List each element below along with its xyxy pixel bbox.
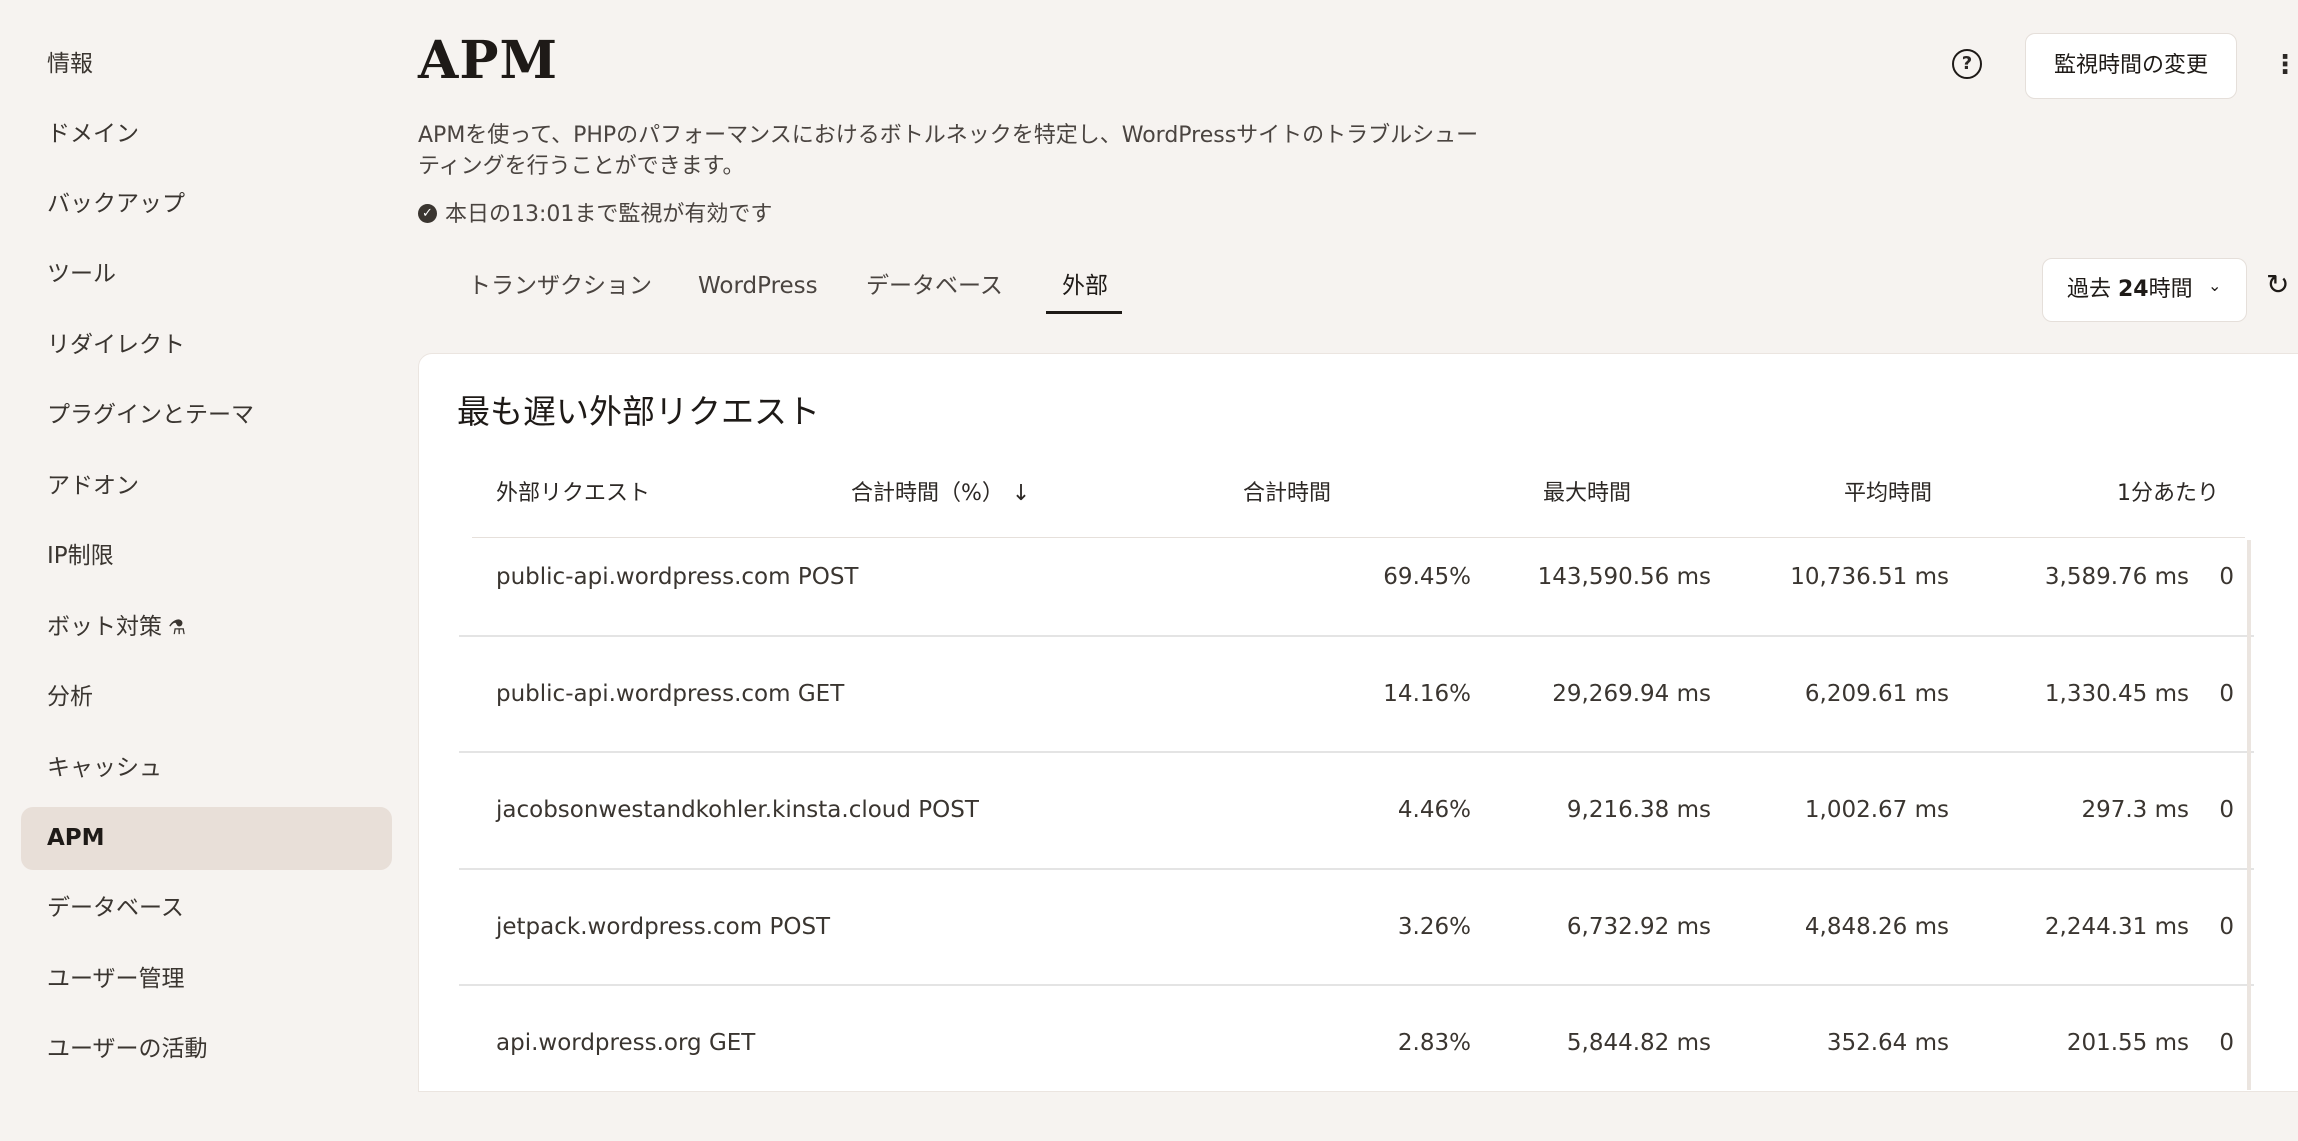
sidebar-item-ip-deny[interactable]: IP制限 [21, 525, 392, 588]
request-cell: public-api.wordpress.com GET [496, 681, 845, 707]
per-minute-cell: 0 [2219, 797, 2234, 823]
flask-icon: ⚗ [168, 615, 186, 639]
sidebar-item-tools[interactable]: ツール [21, 243, 392, 306]
table-row[interactable]: api.wordpress.org GET 2.83% 5,844.82 ms … [459, 1025, 2254, 1141]
col-header-per-minute[interactable]: 1分あたり [2117, 478, 2219, 510]
tab-database[interactable]: データベース [866, 268, 1003, 304]
sidebar-item-label: キャッシュ [47, 755, 162, 781]
vertical-ellipsis-icon[interactable]: ⋮ [2272, 48, 2298, 82]
header-divider [472, 537, 2245, 538]
table-row[interactable]: public-api.wordpress.com GET 14.16% 29,2… [459, 676, 2254, 792]
question-circle-icon[interactable]: ? [1952, 49, 1982, 79]
sidebar-item-apm[interactable]: APM [21, 807, 392, 870]
sidebar-item-bot-protection[interactable]: ボット対策 ⚗ [21, 596, 392, 659]
sidebar-item-label: 情報 [47, 51, 93, 77]
sidebar-item-domains[interactable]: ドメイン [21, 103, 392, 166]
col-header-avg-time[interactable]: 平均時間 [1844, 478, 1932, 510]
tab-wordpress[interactable]: WordPress [698, 268, 818, 304]
time-range-prefix: 過去 [2067, 277, 2118, 302]
sidebar-item-label: ドメイン [47, 121, 139, 147]
sidebar-item-caching[interactable]: キャッシュ [21, 737, 392, 800]
check-circle-icon: ✓ [418, 203, 437, 223]
total-time-cell: 6,732.92 ms [1566, 914, 1711, 940]
col-header-total-pct-label: 合計時間（%） [851, 481, 1004, 506]
page-title: APM [418, 30, 559, 91]
total-time-cell: 9,216.38 ms [1566, 797, 1711, 823]
sidebar-item-addons[interactable]: アドオン [21, 455, 392, 518]
sidebar-item-label: APM [47, 825, 105, 851]
sidebar-item-analytics[interactable]: 分析 [21, 666, 392, 729]
time-range-suffix: 時間 [2148, 277, 2193, 302]
change-monitoring-button[interactable]: 監視時間の変更 [2025, 33, 2237, 99]
sidebar-item-plugins-themes[interactable]: プラグインとテーマ [21, 384, 392, 447]
page-description: APMを使って、PHPのパフォーマンスにおけるボトルネックを特定し、WordPr… [418, 123, 1479, 179]
sidebar-item-label: 分析 [47, 684, 93, 710]
sidebar-item-label: ツール [47, 261, 116, 287]
pct-cell: 14.16% [1383, 681, 1471, 707]
sidebar-item-label: IP制限 [47, 543, 114, 569]
monitoring-status-text: 本日の13:01まで監視が有効です [445, 202, 773, 227]
per-minute-cell: 0 [2219, 564, 2234, 590]
per-minute-cell: 0 [2219, 914, 2234, 940]
time-range-value: 24 [2118, 277, 2149, 302]
sidebar-item-user-activity[interactable]: ユーザーの活動 [21, 1018, 392, 1081]
sidebar-item-label: リダイレクト [47, 332, 185, 358]
pct-cell: 4.46% [1397, 797, 1471, 823]
pct-cell: 3.26% [1397, 914, 1471, 940]
sidebar-item-label: ユーザーの活動 [47, 1036, 208, 1062]
row-divider [459, 868, 2254, 870]
pct-cell: 2.83% [1397, 1030, 1471, 1056]
total-time-cell: 5,844.82 ms [1566, 1030, 1711, 1056]
table-row[interactable]: jacobsonwestandkohler.kinsta.cloud POST … [459, 792, 2254, 908]
table-row[interactable]: public-api.wordpress.com POST 69.45% 143… [459, 559, 2254, 675]
tab-external[interactable]: 外部 [1062, 268, 1108, 304]
sidebar-item-label: ユーザー管理 [47, 966, 185, 992]
card-title: 最も遅い外部リクエスト [457, 392, 820, 431]
sidebar-item-info[interactable]: 情報 [21, 33, 392, 96]
monitoring-status: ✓ 本日の13:01まで監視が有効です [418, 199, 772, 231]
total-time-cell: 143,590.56 ms [1537, 564, 1711, 590]
sidebar-item-backups[interactable]: バックアップ [21, 173, 392, 236]
col-header-total-pct[interactable]: 合計時間（%） ↓ [851, 478, 1030, 510]
sidebar-item-redirects[interactable]: リダイレクト [21, 314, 392, 377]
request-cell: public-api.wordpress.com POST [496, 564, 859, 590]
request-cell: jetpack.wordpress.com POST [496, 914, 831, 940]
max-time-cell: 4,848.26 ms [1804, 914, 1949, 940]
total-time-cell: 29,269.94 ms [1552, 681, 1711, 707]
sidebar-item-label: アドオン [47, 473, 139, 499]
sidebar: 情報 ドメイン バックアップ ツール リダイレクト プラグインとテーマ アドオン… [0, 0, 410, 1090]
refresh-icon[interactable]: ↻ [2266, 268, 2289, 301]
col-header-max-time[interactable]: 最大時間 [1543, 478, 1631, 510]
arrow-down-icon: ↓ [1011, 481, 1031, 506]
sidebar-item-user-management[interactable]: ユーザー管理 [21, 948, 392, 1011]
col-header-total-time[interactable]: 合計時間 [1243, 478, 1331, 510]
sidebar-item-label: バックアップ [47, 191, 185, 217]
sidebar-item-label: ボット対策 [47, 614, 162, 640]
request-cell: api.wordpress.org GET [496, 1030, 756, 1056]
table-row[interactable]: jetpack.wordpress.com POST 3.26% 6,732.9… [459, 909, 2254, 1025]
max-time-cell: 6,209.61 ms [1804, 681, 1949, 707]
chevron-down-icon: ⌄ [2208, 276, 2222, 295]
row-divider [459, 635, 2254, 637]
per-minute-cell: 0 [2219, 1030, 2234, 1056]
sidebar-item-label: プラグインとテーマ [47, 402, 254, 428]
sidebar-item-label: データベース [47, 895, 184, 921]
table-scrollbar[interactable] [2247, 540, 2251, 1090]
row-divider [459, 751, 2254, 753]
tab-transactions[interactable]: トランザクション [468, 268, 652, 304]
max-time-cell: 10,736.51 ms [1790, 564, 1949, 590]
per-minute-cell: 0 [2219, 681, 2234, 707]
row-divider [459, 984, 2254, 986]
active-tab-indicator [1046, 311, 1122, 314]
max-time-cell: 1,002.67 ms [1804, 797, 1949, 823]
request-cell: jacobsonwestandkohler.kinsta.cloud POST [496, 797, 979, 823]
sidebar-item-database[interactable]: データベース [21, 877, 392, 940]
max-time-cell: 352.64 ms [1826, 1030, 1949, 1056]
pct-cell: 69.45% [1383, 564, 1471, 590]
col-header-request[interactable]: 外部リクエスト [496, 478, 650, 510]
